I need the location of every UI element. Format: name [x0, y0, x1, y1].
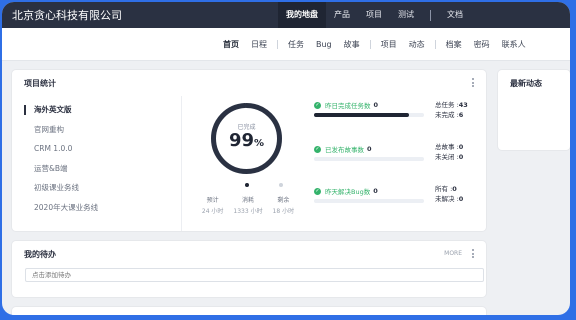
- subnav-schedule[interactable]: 日程: [245, 39, 273, 50]
- percent-sign: %: [254, 138, 265, 149]
- check-icon: ✓: [314, 187, 321, 195]
- progress-bar: [314, 157, 424, 161]
- topnav-my-dashboard[interactable]: 我的地盘: [278, 2, 326, 28]
- task-summary: 总任务 :43 未完成 :6: [435, 100, 475, 120]
- stat-label: 昨日完成任务数: [325, 102, 371, 110]
- summary-value: 0: [452, 185, 457, 193]
- progress-ring: 已完成 99%: [208, 100, 285, 177]
- project-item[interactable]: 2020年大课业务线: [24, 198, 98, 218]
- hour-metrics: 预计 24 小时 消耗 1333 小时 剩余 18 小时: [195, 195, 301, 215]
- card-title: 最新动态: [510, 79, 542, 88]
- project-item[interactable]: 初级课业务线: [24, 178, 98, 198]
- metric-remaining: 剩余 18 小时: [266, 195, 301, 215]
- progress-percent: 99%: [208, 130, 285, 151]
- progress-value: 99: [228, 130, 255, 151]
- topnav-doc[interactable]: 文档: [439, 2, 471, 28]
- progress-bar: [314, 113, 424, 117]
- metric-estimated: 预计 24 小时: [195, 195, 230, 215]
- subnav-dynamic[interactable]: 动态: [403, 39, 431, 50]
- subnav-task[interactable]: 任务: [282, 39, 310, 50]
- carousel-dot[interactable]: [245, 183, 249, 187]
- subnav-divider: [434, 39, 436, 49]
- summary-value: 43: [458, 101, 468, 109]
- app-window: 北京贪心科技有限公司 我的地盘 产品 项目 测试 文档 首页 日程 任务 Bug…: [2, 2, 570, 315]
- check-icon: ✓: [314, 101, 321, 109]
- metric-consumed: 消耗 1333 小时: [230, 195, 265, 215]
- summary-key: 未解决 :: [435, 195, 459, 203]
- summary-key: 未关闭 :: [435, 153, 459, 161]
- topnav-product[interactable]: 产品: [326, 2, 358, 28]
- project-item[interactable]: 官网重构: [24, 120, 98, 140]
- metric-label: 消耗: [241, 197, 254, 204]
- subnav-password[interactable]: 密码: [468, 39, 496, 50]
- carousel-dot[interactable]: [279, 183, 283, 187]
- topnav-project[interactable]: 项目: [358, 2, 390, 28]
- progress-bar: [314, 199, 424, 203]
- metric-value: 1333 小时: [233, 208, 263, 215]
- progress-fill: [314, 113, 409, 117]
- topnav-divider: [430, 9, 431, 21]
- bug-summary: 所有 :0 未解决 :0: [435, 184, 475, 204]
- project-stats-card: 项目统计 海外英文版 官网重构 CRM 1.0.0 运营&B端 初级课业务线 2…: [12, 70, 486, 231]
- summary-key: 总故事 :: [435, 143, 459, 151]
- project-item[interactable]: 海外英文版: [24, 100, 98, 120]
- stat-count: 0: [367, 145, 372, 153]
- metric-value: 24 小时: [201, 208, 224, 215]
- metric-value: 18 小时: [272, 208, 295, 215]
- top-nav: 我的地盘 产品 项目 测试 文档: [278, 2, 471, 28]
- add-todo-input[interactable]: [25, 268, 484, 282]
- subnav-profile[interactable]: 档案: [440, 39, 468, 50]
- summary-value: 0: [458, 153, 464, 161]
- subnav-bug[interactable]: Bug: [310, 40, 338, 49]
- todo-card: 我的待办 MORE: [12, 241, 486, 297]
- metric-label: 预计: [206, 197, 219, 204]
- more-link[interactable]: MORE: [444, 250, 462, 257]
- top-navbar: 北京贪心科技有限公司 我的地盘 产品 项目 测试 文档: [2, 2, 570, 28]
- latest-activity-card: 最新动态: [498, 70, 570, 150]
- metric-label: 剩余: [277, 197, 290, 204]
- stat-count: 0: [373, 101, 379, 109]
- subnav-contacts[interactable]: 联系人: [496, 39, 532, 50]
- subnav-divider: [277, 39, 278, 49]
- summary-key: 总任务 :: [435, 101, 459, 109]
- project-item[interactable]: 运营&B端: [24, 159, 98, 179]
- more-options-icon[interactable]: [471, 249, 475, 258]
- card-title: 项目统计: [24, 79, 56, 88]
- subnav-divider: [369, 39, 371, 49]
- summary-value: 0: [458, 143, 464, 151]
- topnav-test[interactable]: 测试: [390, 2, 422, 28]
- next-card: [12, 307, 486, 315]
- more-options-icon[interactable]: [471, 78, 475, 87]
- subnav-project[interactable]: 项目: [375, 39, 403, 50]
- subnav-story[interactable]: 故事: [338, 39, 366, 50]
- subnav-home[interactable]: 首页: [217, 39, 245, 50]
- project-item[interactable]: CRM 1.0.0: [24, 139, 98, 159]
- check-icon: ✓: [314, 145, 321, 153]
- story-summary: 总故事 :0 未关闭 :0: [435, 142, 475, 162]
- stat-label: 已发布故事数: [325, 146, 364, 154]
- company-name: 北京贪心科技有限公司: [12, 9, 122, 22]
- summary-key: 所有 :: [435, 185, 453, 193]
- divider: [181, 96, 182, 231]
- summary-value: 6: [458, 111, 464, 119]
- summary-key: 未完成 :: [435, 111, 459, 119]
- carousel-dots: [245, 183, 283, 187]
- project-list: 海外英文版 官网重构 CRM 1.0.0 运营&B端 初级课业务线 2020年大…: [24, 100, 98, 217]
- stat-label: 昨天解决Bug数: [325, 188, 371, 196]
- stat-count: 0: [373, 187, 378, 195]
- card-title: 我的待办: [24, 250, 56, 259]
- sub-navbar: 首页 日程 任务 Bug 故事 项目 动态 档案 密码 联系人: [2, 28, 570, 61]
- summary-value: 0: [458, 195, 464, 203]
